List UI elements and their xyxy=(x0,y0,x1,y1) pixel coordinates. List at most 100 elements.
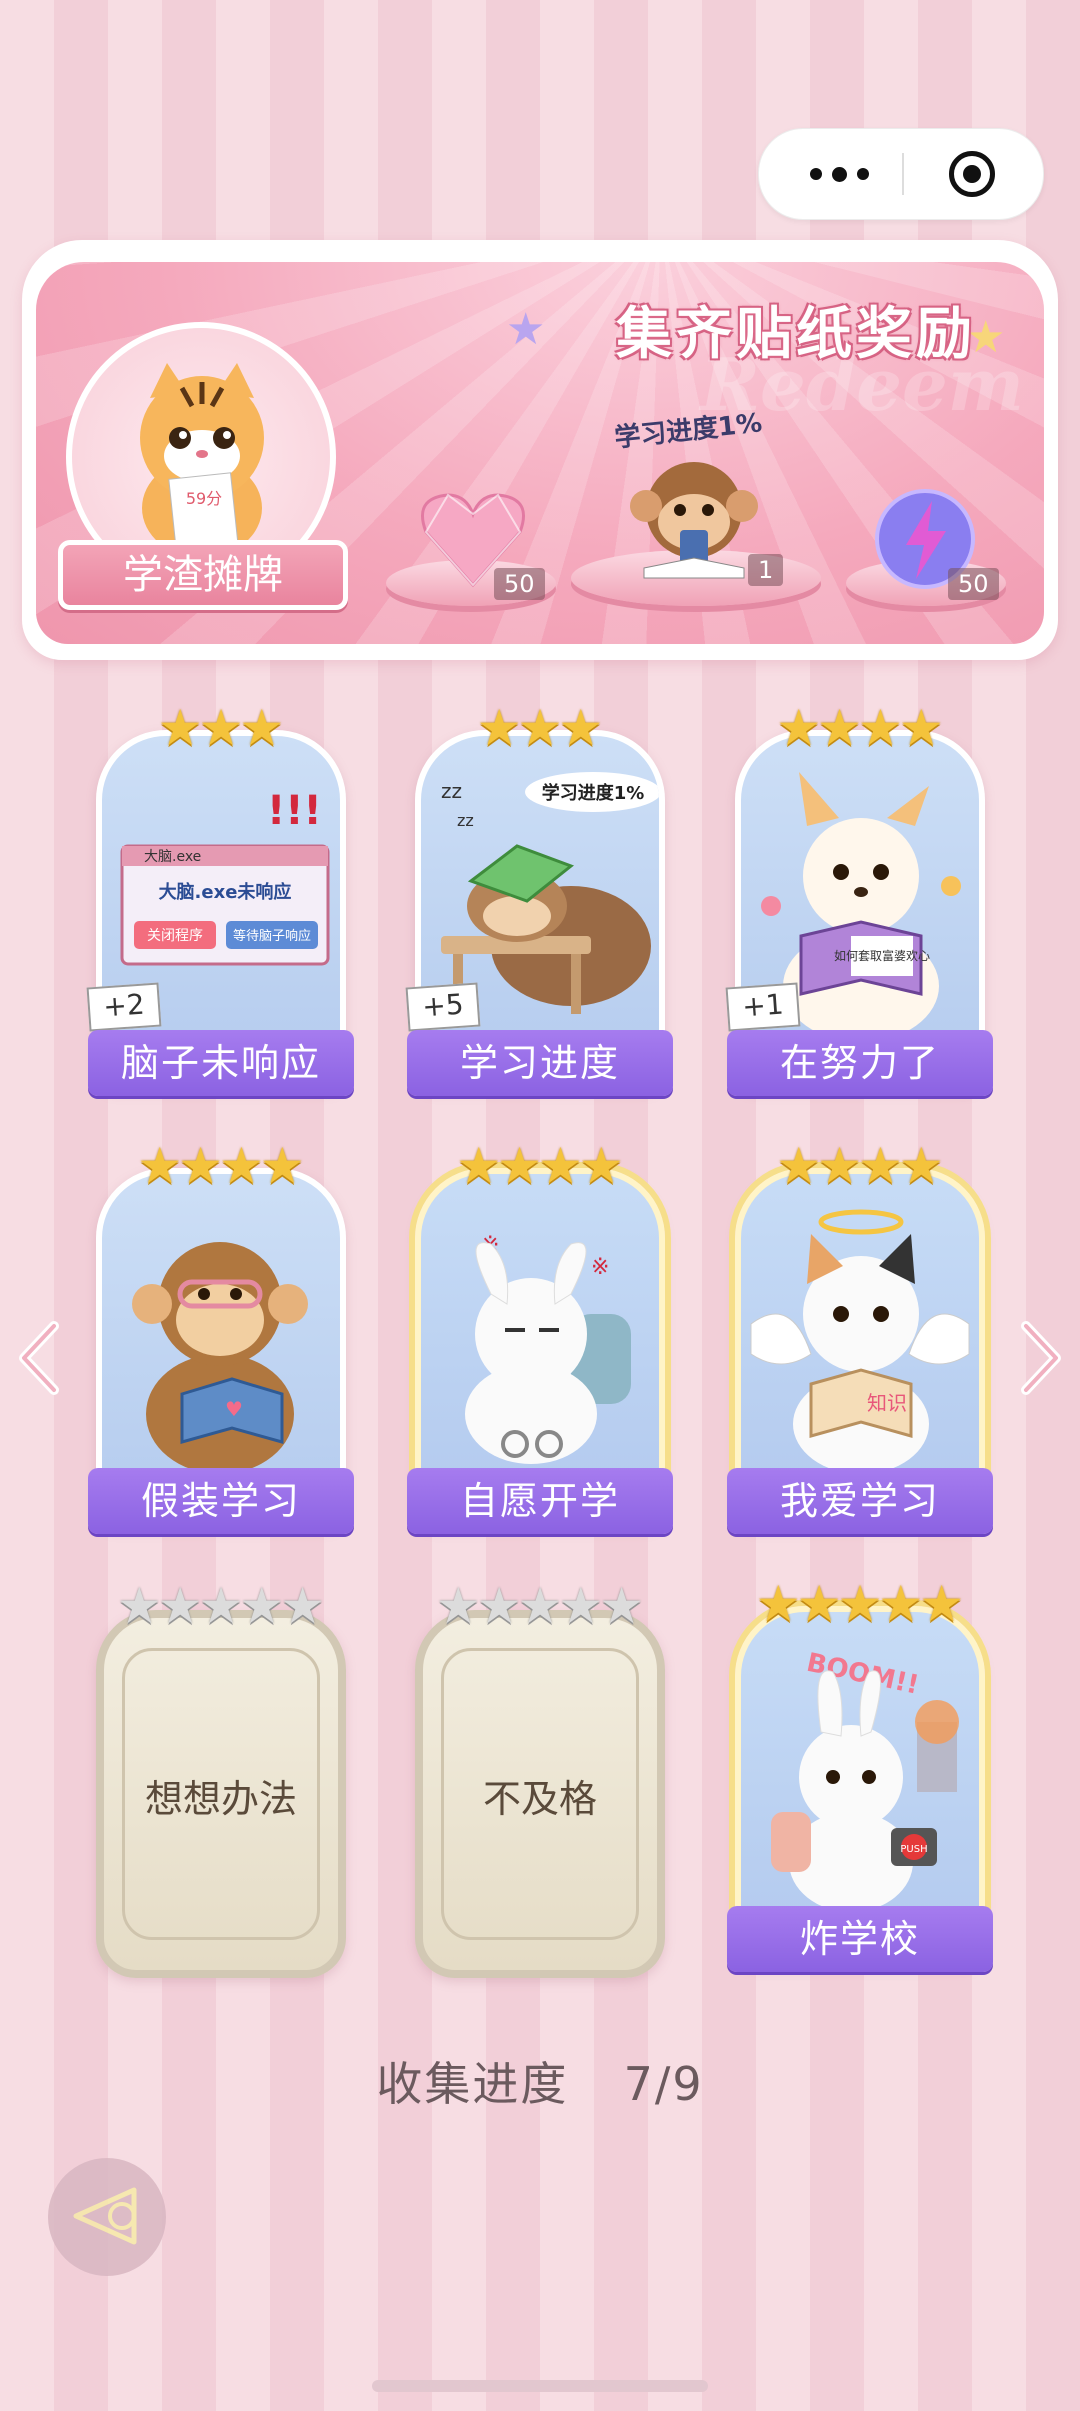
star-icon: ★ xyxy=(919,1575,965,1633)
window-button: 等待脑子响应 xyxy=(233,928,311,944)
card-label: 炸学校 xyxy=(727,1906,993,1972)
star-icon: ★ xyxy=(517,1577,563,1635)
bonus-tag: +2 xyxy=(86,982,162,1032)
sticker-card-locked[interactable]: 想想办法 ★ ★ ★ ★ ★ xyxy=(96,1578,346,1978)
home-indicator xyxy=(372,2380,708,2392)
sticker-card[interactable]: zz zz 学习进度1% ★ ★ ★ +5 学习进度 xyxy=(405,700,673,1100)
svg-text:!!!: !!! xyxy=(267,788,322,834)
card-label: 想想办法 xyxy=(144,1777,297,1821)
star-icon: ★ xyxy=(497,1137,542,1195)
card-label: 在努力了 xyxy=(727,1030,993,1096)
sticker-card[interactable]: BOOM!! PUSH ★ ★ ★ ★ ★ 炸学校 xyxy=(727,1576,993,1976)
star-icon: ★ xyxy=(776,1137,822,1195)
svg-text:zz: zz xyxy=(457,811,474,830)
star-icon: ★ xyxy=(878,1575,924,1633)
star-rating: ★ ★ ★ ★ xyxy=(735,1138,985,1194)
monkey-reading-icon xyxy=(630,462,758,579)
card-label: 脑子未响应 xyxy=(88,1030,354,1096)
progress-label: 收集进度 xyxy=(376,2057,569,2111)
svg-text:※: ※ xyxy=(591,1255,609,1280)
star-icon: ★ xyxy=(558,1577,604,1635)
card-frame: 不及格 xyxy=(415,1610,665,1978)
star-icon: ★ xyxy=(239,1577,285,1635)
more-icon[interactable] xyxy=(799,129,879,219)
star-icon: ★ xyxy=(137,1137,183,1195)
sticker-card-locked[interactable]: 不及格 ★ ★ ★ ★ ★ xyxy=(415,1578,665,1978)
star-icon: ★ xyxy=(898,1137,944,1195)
reward-count: 50 xyxy=(494,568,545,600)
star-icon: ★ xyxy=(796,1575,842,1633)
star-icon: ★ xyxy=(280,1577,326,1635)
bonus-tag: +1 xyxy=(725,982,801,1032)
capsule-menu xyxy=(758,128,1044,220)
banner-background: Redeem ★ ★ 集齐贴纸奖励 59分 学渣摊牌 50 学习进度1% 1 5… xyxy=(36,262,1044,644)
window-title: 大脑.exe xyxy=(144,849,201,865)
star-icon: ★ xyxy=(599,1577,645,1635)
star-icon: ★ xyxy=(116,1577,162,1635)
sticker-card[interactable]: 如何套取富婆欢心 ★ ★ ★ ★ +1 在努力了 xyxy=(725,700,993,1100)
card-label: 学习进度 xyxy=(407,1030,673,1096)
card-frame: 想想办法 xyxy=(96,1610,346,1978)
avatar-name-ribbon: 学渣摊牌 xyxy=(58,540,348,610)
star-icon: ★ xyxy=(538,1137,583,1195)
prev-page-arrow-icon[interactable] xyxy=(14,1318,64,1398)
book-title: 如何套取富婆欢心 xyxy=(834,948,930,963)
star-icon: ★ xyxy=(198,1577,244,1635)
card-label: 假装学习 xyxy=(88,1468,354,1534)
card-label: 我爱学习 xyxy=(727,1468,993,1534)
sticker-card[interactable]: 知识 ★ ★ ★ ★ 我爱学习 xyxy=(727,1138,993,1538)
window-button: 关闭程序 xyxy=(147,928,203,944)
progress-value: 7/9 xyxy=(623,2057,704,2111)
star-rating: ★ ★ ★ ★ ★ xyxy=(735,1576,985,1632)
star-icon: ★ xyxy=(476,1577,522,1635)
card-label: 不及格 xyxy=(482,1777,597,1821)
star-icon: ★ xyxy=(898,699,944,757)
star-icon: ★ xyxy=(817,1137,862,1195)
star-icon: ★ xyxy=(837,1575,883,1633)
star-icon: ★ xyxy=(858,1137,903,1195)
star-rating: ★ ★ ★ ★ ★ xyxy=(415,1578,665,1634)
avatar-score: 59分 xyxy=(186,489,222,508)
book-title: 知识 xyxy=(867,1391,907,1415)
tiger-avatar-icon: 59分 xyxy=(140,363,264,558)
star-rating: ★ ★ ★ ★ ★ xyxy=(96,1578,346,1634)
window-message: 大脑.exe未响应 xyxy=(159,881,292,903)
star-icon: ★ xyxy=(817,699,862,757)
svg-text:zz: zz xyxy=(441,779,462,803)
sticker-card[interactable]: !!! 大脑.exe 大脑.exe未响应 关闭程序 等待脑子响应 ★ ★ ★ +2 … xyxy=(86,700,354,1100)
star-icon: ★ xyxy=(157,699,203,757)
star-icon: ★ xyxy=(776,699,822,757)
sticker-card[interactable]: ♥ ★ ★ ★ ★ 假装学习 xyxy=(88,1137,354,1538)
star-icon: ★ xyxy=(858,699,903,757)
reward-banner: Redeem ★ ★ 集齐贴纸奖励 59分 学渣摊牌 50 学习进度1% 1 5… xyxy=(22,240,1058,660)
collection-progress: 收集进度 7/9 xyxy=(0,2048,1080,2114)
svg-text:♥: ♥ xyxy=(225,1397,243,1421)
star-icon: ★ xyxy=(578,1137,624,1195)
star-icon: ★ xyxy=(476,699,522,757)
reward-count: 50 xyxy=(948,568,999,600)
star-icon: ★ xyxy=(239,699,285,757)
star-rating: ★ ★ ★ ★ xyxy=(415,1138,665,1194)
star-rating: ★ ★ ★ xyxy=(415,700,665,756)
card-label: 自愿开学 xyxy=(407,1468,673,1534)
sticker-card[interactable]: ※ ※ ★★★★ 自愿开学 xyxy=(407,1138,673,1538)
bonus-tag: +5 xyxy=(405,982,481,1032)
star-icon: ★ xyxy=(517,699,563,757)
back-button[interactable] xyxy=(48,2158,166,2276)
capsule-divider xyxy=(902,153,904,195)
star-icon: ★ xyxy=(456,1137,502,1195)
star-icon: ★ xyxy=(755,1575,801,1633)
star-icon: ★ xyxy=(435,1577,481,1635)
reward-count: 1 xyxy=(748,554,784,586)
star-icon: ★ xyxy=(219,1137,264,1195)
star-icon: ★ xyxy=(198,699,244,757)
star-icon: ★ xyxy=(178,1137,223,1195)
sloth-caption: 学习进度1% xyxy=(542,782,645,804)
close-icon[interactable] xyxy=(949,151,995,197)
star-rating: ★ ★ ★ ★ xyxy=(735,700,985,756)
star-rating: ★ ★ ★ xyxy=(96,700,346,756)
push-button-text: PUSH xyxy=(900,1844,927,1855)
star-icon: ★ xyxy=(157,1577,203,1635)
star-icon: ★ xyxy=(259,1137,305,1195)
next-page-arrow-icon[interactable] xyxy=(1016,1318,1066,1398)
